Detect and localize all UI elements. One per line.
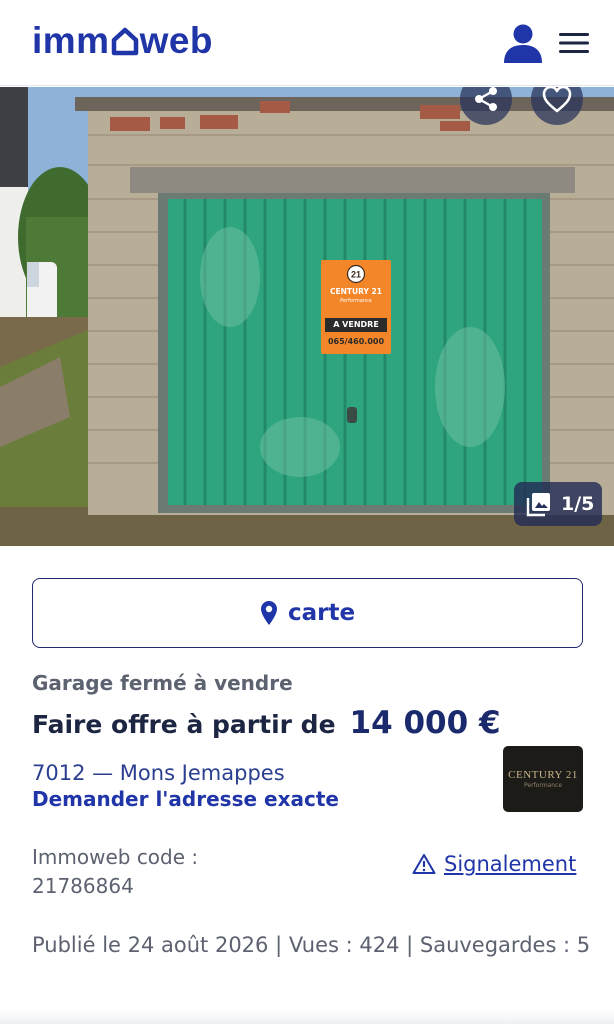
price-value: 14 000 € [349, 705, 501, 741]
hamburger-menu-icon[interactable] [559, 30, 589, 56]
location-pin-icon [260, 601, 277, 625]
logo-text-right: web [139, 20, 214, 61]
map-button-label: carte [287, 600, 356, 626]
request-address-link[interactable]: Demander l'adresse exacte [32, 787, 339, 811]
photo-gallery-icon [526, 493, 550, 517]
top-header: imm web [0, 0, 614, 86]
user-icon[interactable] [502, 22, 544, 64]
poster-phone: 065/460.000 [327, 337, 385, 346]
photo-counter[interactable]: 1/5 [514, 482, 602, 526]
bottom-divider [0, 1010, 614, 1024]
poster-office: Performance [340, 298, 372, 304]
immoweb-code-label: Immoweb code : [32, 845, 199, 869]
report-link-label: Signalement [444, 852, 577, 876]
century21-seal-icon: 21 [346, 264, 366, 284]
immoweb-code-value: 21786864 [32, 874, 134, 898]
agency-office: Performance [523, 782, 563, 789]
price-line: Faire offre à partir de 14 000 € [32, 705, 501, 741]
logo-house-icon [111, 27, 138, 56]
svg-text:21: 21 [351, 270, 361, 280]
heart-icon [542, 87, 572, 113]
report-link[interactable]: Signalement [412, 852, 576, 876]
for-sale-poster: 21 CENTURY 21 Performance A VENDRE 065/4… [321, 260, 391, 354]
location-text: 7012 — Mons Jemappes [32, 761, 285, 785]
publication-stats: Publié le 24 août 2026 | Vues : 424 | Sa… [32, 933, 591, 957]
agency-logo[interactable]: CENTURY 21 Performance [503, 746, 583, 812]
property-subtype: Garage fermé à vendre [32, 671, 293, 695]
poster-label: A VENDRE [325, 318, 387, 332]
share-icon [475, 87, 497, 111]
listing-photo[interactable]: 21 CENTURY 21 Performance A VENDRE 065/4… [0, 87, 614, 546]
warning-icon [412, 854, 436, 874]
agency-name: CENTURY 21 [508, 769, 578, 781]
map-button[interactable]: carte [32, 578, 583, 648]
price-prefix: Faire offre à partir de [32, 710, 336, 739]
immoweb-logo[interactable]: imm web [32, 18, 213, 64]
garage-photo-scene [0, 87, 614, 546]
poster-brand: CENTURY 21 [330, 287, 382, 296]
photo-counter-text: 1/5 [561, 493, 595, 515]
logo-text-left: imm [32, 20, 110, 61]
